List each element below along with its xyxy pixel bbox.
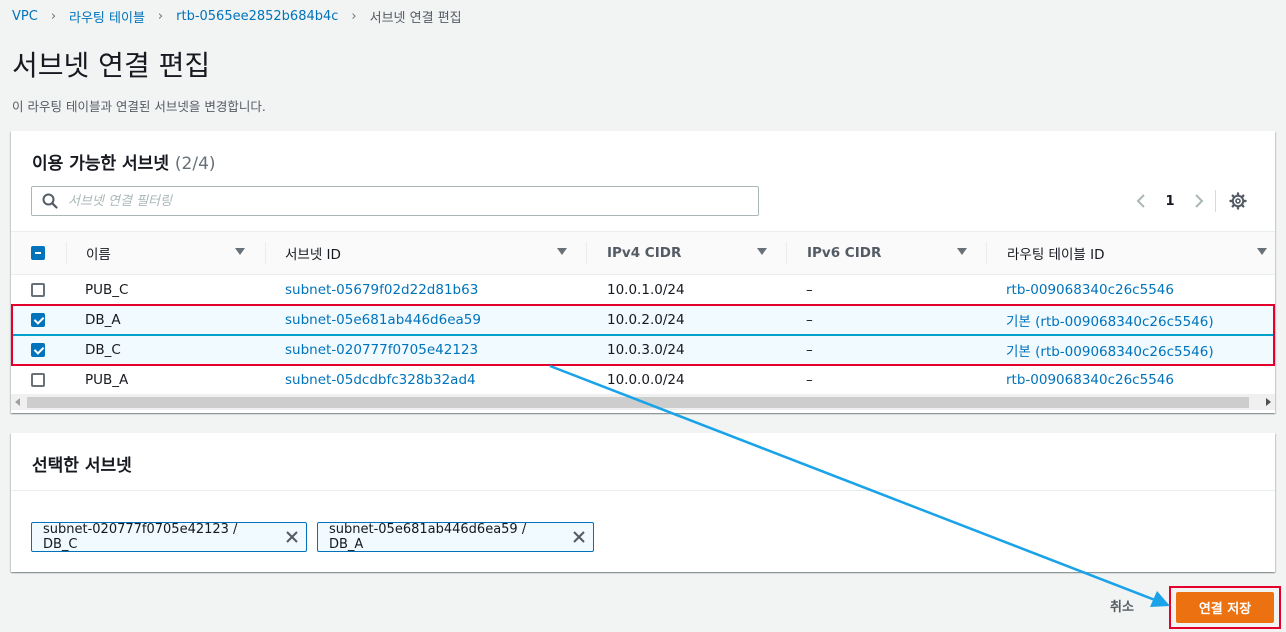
row-checkbox[interactable]	[31, 373, 45, 387]
available-subnets-count: (2/4)	[174, 154, 216, 174]
subnet-filter-input[interactable]	[68, 193, 708, 209]
column-header-ipv4[interactable]: IPv4 CIDR	[607, 232, 787, 274]
selected-subnets-title: 선택한 서브넷	[32, 456, 132, 476]
close-icon[interactable]	[278, 523, 306, 551]
column-header-subnet-id[interactable]: 서브넷 ID	[285, 232, 585, 274]
close-icon[interactable]	[565, 523, 593, 551]
column-divider	[265, 242, 266, 264]
table-row[interactable]: PUB_A subnet-05dcdbfc328b32ad4 10.0.0.0/…	[11, 365, 1275, 395]
cancel-button[interactable]: 취소	[1110, 596, 1134, 615]
row-route-table-link[interactable]: 기본 (rtb-009068340c26c5546)	[1006, 305, 1214, 335]
chevron-right-icon: ›	[157, 8, 164, 24]
row-name: DB_A	[85, 312, 121, 328]
table-row[interactable]: DB_A subnet-05e681ab446d6ea59 10.0.2.0/2…	[11, 305, 1275, 335]
row-route-table-link[interactable]: rtb-009068340c26c5546	[1006, 275, 1174, 305]
breadcrumb: VPC › 라우팅 테이블 › rtb-0565ee2852b684b4c › …	[12, 6, 462, 26]
row-name: PUB_C	[85, 282, 129, 298]
page-number[interactable]: 1	[1153, 194, 1187, 209]
page-description: 이 라우팅 테이블과 연결된 서브넷을 변경합니다.	[12, 99, 266, 114]
available-subnets-title-text: 이용 가능한 서브넷	[32, 154, 169, 174]
row-name: PUB_A	[85, 372, 129, 388]
scrollbar-thumb[interactable]	[27, 397, 1249, 408]
page-title: 서브넷 연결 편집	[12, 49, 211, 82]
row-checkbox[interactable]	[31, 313, 45, 327]
chevron-right-icon[interactable]	[1187, 189, 1211, 213]
selected-token: subnet-05e681ab446d6ea59 / DB_A	[317, 522, 594, 552]
subnet-filter[interactable]	[31, 186, 759, 216]
available-subnets-title: 이용 가능한 서브넷 (2/4)	[32, 149, 216, 174]
row-ipv6: –	[806, 282, 813, 298]
pager-divider	[1215, 190, 1216, 212]
row-ipv4: 10.0.3.0/24	[607, 342, 685, 358]
available-subnets-panel: 이용 가능한 서브넷 (2/4) 1	[11, 131, 1275, 413]
selected-subnets-header: 선택한 서브넷	[11, 433, 1275, 491]
row-ipv6: –	[806, 342, 813, 358]
sort-caret-icon[interactable]	[235, 248, 245, 255]
column-divider	[66, 242, 67, 264]
breadcrumb-current: 서브넷 연결 편집	[369, 10, 462, 26]
column-header-ipv4-label: IPv4 CIDR	[607, 245, 682, 261]
column-divider	[786, 242, 787, 264]
row-subnet-id-link[interactable]: subnet-05679f02d22d81b63	[285, 275, 478, 305]
row-ipv4: 10.0.0.0/24	[607, 372, 685, 388]
scroll-right-icon[interactable]	[1266, 398, 1271, 406]
row-route-table-link[interactable]: 기본 (rtb-009068340c26c5546)	[1006, 335, 1214, 365]
selected-token: subnet-020777f0705e42123 / DB_C	[31, 522, 307, 552]
table-row[interactable]: PUB_C subnet-05679f02d22d81b63 10.0.1.0/…	[11, 275, 1275, 305]
column-header-ipv6-label: IPv6 CIDR	[807, 245, 882, 261]
table-header: 이름 서브넷 ID IPv4 CIDR IPv6 CIDR 라우팅 테이블 ID	[11, 231, 1275, 275]
column-divider	[586, 242, 587, 264]
table-row[interactable]: DB_C subnet-020777f0705e42123 10.0.3.0/2…	[11, 335, 1275, 365]
row-name: DB_C	[85, 342, 121, 358]
chevron-right-icon: ›	[50, 8, 57, 24]
breadcrumb-route-tables[interactable]: 라우팅 테이블	[69, 7, 145, 26]
search-icon	[42, 193, 58, 209]
column-header-name-label: 이름	[86, 247, 111, 263]
row-subnet-id-link[interactable]: subnet-020777f0705e42123	[285, 335, 478, 365]
column-header-name[interactable]: 이름	[86, 232, 266, 274]
save-associations-button[interactable]: 연결 저장	[1176, 592, 1274, 623]
row-checkbox[interactable]	[31, 283, 45, 297]
row-route-table-link[interactable]: rtb-009068340c26c5546	[1006, 365, 1174, 395]
column-header-ipv6[interactable]: IPv6 CIDR	[807, 232, 987, 274]
select-all-checkbox[interactable]	[31, 246, 45, 260]
scroll-left-icon[interactable]	[15, 398, 20, 406]
chevron-right-icon: ›	[351, 8, 357, 24]
column-divider	[986, 242, 987, 264]
breadcrumb-route-table-id[interactable]: rtb-0565ee2852b684b4c	[176, 9, 338, 24]
sort-caret-icon[interactable]	[957, 248, 967, 255]
sort-caret-icon[interactable]	[1257, 248, 1267, 255]
gear-icon[interactable]	[1226, 189, 1250, 213]
sort-caret-icon[interactable]	[557, 248, 567, 255]
column-header-subnet-id-label: 서브넷 ID	[285, 247, 341, 263]
row-subnet-id-link[interactable]: subnet-05dcdbfc328b32ad4	[285, 365, 476, 395]
selected-token-label: subnet-05e681ab446d6ea59 / DB_A	[329, 522, 527, 552]
sort-caret-icon[interactable]	[757, 248, 767, 255]
row-ipv6: –	[806, 312, 813, 328]
pagination: 1	[1129, 189, 1250, 213]
column-header-route-table-id[interactable]: 라우팅 테이블 ID	[1007, 232, 1271, 274]
horizontal-scrollbar[interactable]	[11, 394, 1275, 410]
row-checkbox[interactable]	[31, 343, 45, 357]
row-ipv4: 10.0.1.0/24	[607, 282, 685, 298]
selected-token-label: subnet-020777f0705e42123 / DB_C	[43, 522, 238, 552]
row-subnet-id-link[interactable]: subnet-05e681ab446d6ea59	[285, 305, 481, 335]
column-header-route-table-id-label: 라우팅 테이블 ID	[1007, 247, 1105, 263]
breadcrumb-vpc[interactable]: VPC	[12, 9, 38, 24]
save-highlight-box: 연결 저장	[1169, 586, 1281, 629]
row-ipv4: 10.0.2.0/24	[607, 312, 685, 328]
chevron-left-icon[interactable]	[1129, 189, 1153, 213]
selected-subnets-panel: 선택한 서브넷 subnet-020777f0705e42123 / DB_C …	[11, 433, 1275, 572]
row-ipv6: –	[806, 372, 813, 388]
